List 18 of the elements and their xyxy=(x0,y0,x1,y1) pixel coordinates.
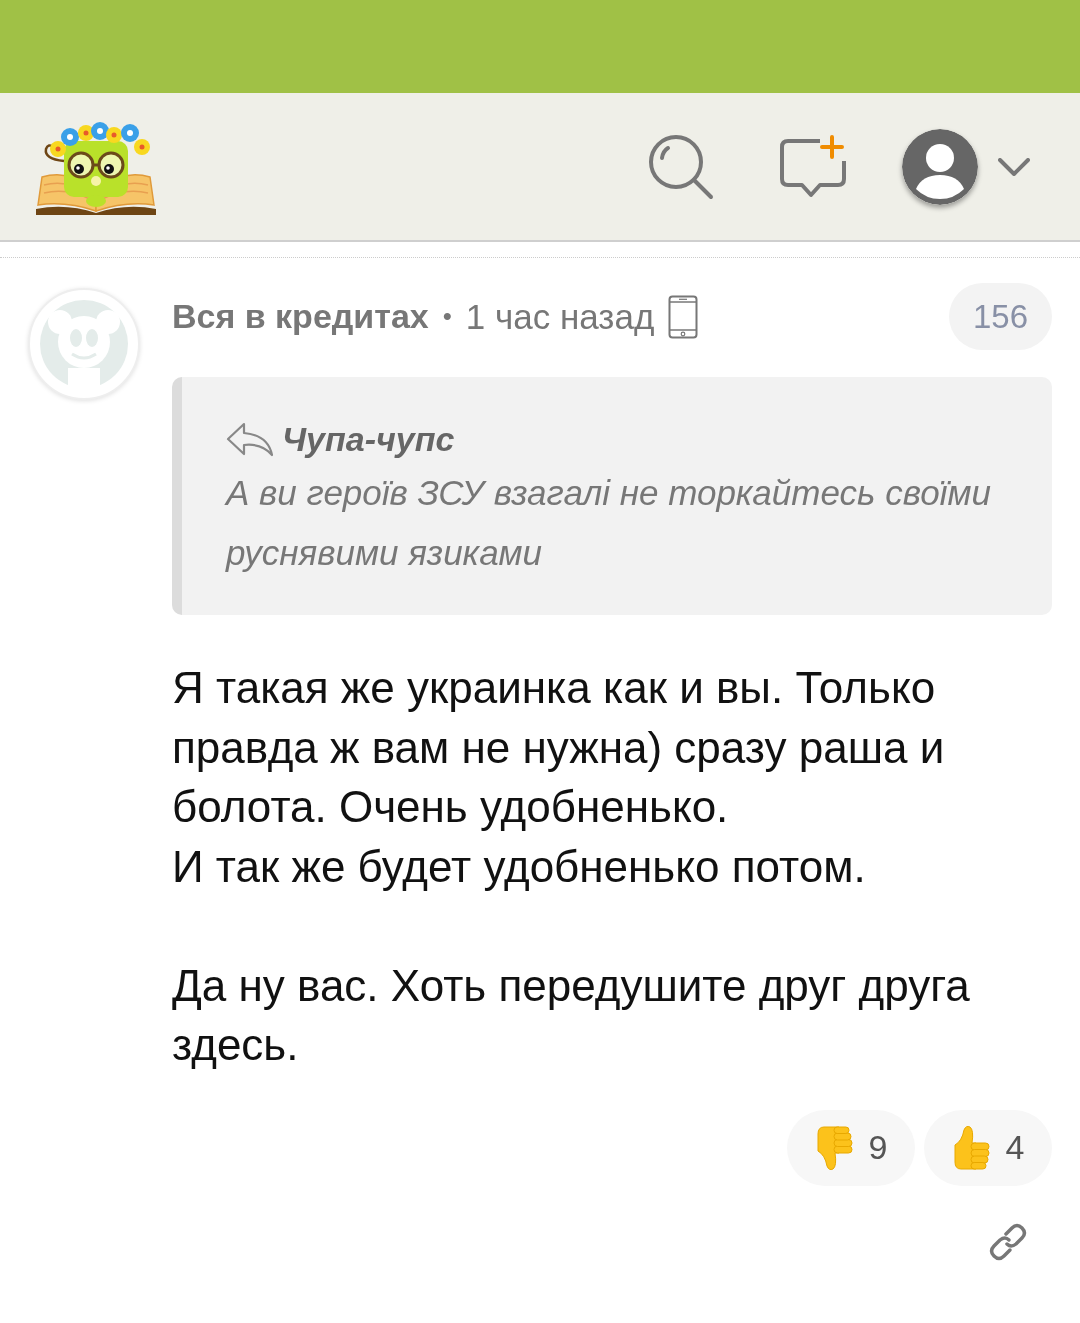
author-name[interactable]: Вся в кредитах xyxy=(172,297,429,336)
account-menu-button[interactable] xyxy=(902,128,1030,205)
reply-arrow-icon xyxy=(226,421,274,457)
phone-icon xyxy=(668,294,699,339)
search-icon xyxy=(648,133,714,200)
separator-dot: • xyxy=(442,301,452,332)
chevron-down-icon xyxy=(998,157,1030,176)
thumbs-down-icon xyxy=(814,1124,855,1171)
like-button[interactable]: 4 xyxy=(924,1109,1052,1186)
chat-plus-icon xyxy=(780,134,846,199)
rating-counter: 156 xyxy=(948,283,1052,350)
quoted-text: А ви героїв ЗСУ взагалі не торкайтесь своїми руснявими язиками xyxy=(226,472,992,574)
comment-text: Я такая же украинка как и вы. Только правда ж вам не нужна) сразу раша и болота. Очень удобненько. И так же будет удобненько потом. Да ну вас. Хоть передушите друг друга здесь. xyxy=(172,662,971,1071)
quoted-author[interactable]: Чупа-чупс xyxy=(282,419,455,459)
thumbs-up-icon xyxy=(951,1124,992,1171)
user-avatar-icon xyxy=(902,128,978,205)
post-time: 1 час назад xyxy=(465,296,655,337)
dislike-button[interactable]: 9 xyxy=(787,1109,915,1186)
